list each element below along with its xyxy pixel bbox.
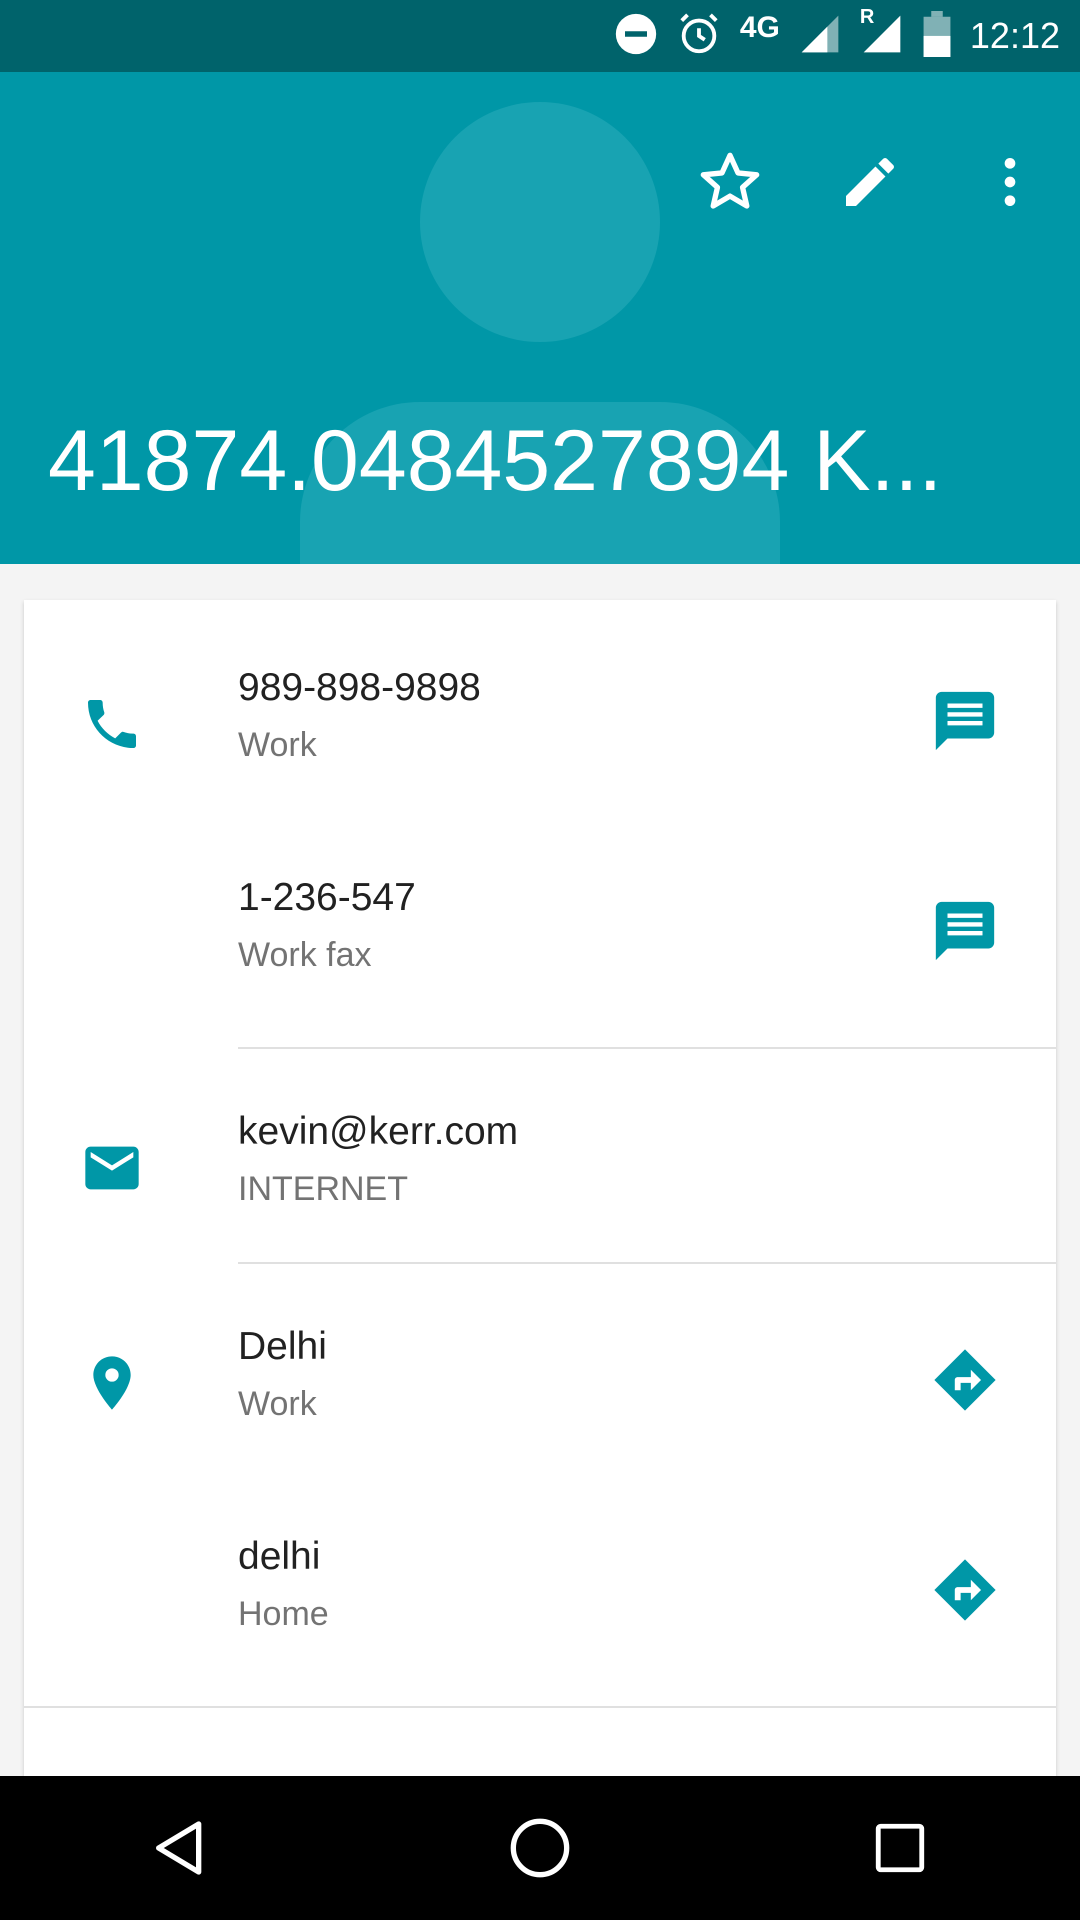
message-icon: [935, 901, 995, 961]
home-icon: [510, 1818, 570, 1878]
status-time: 12:12: [969, 15, 1060, 56]
alarm-icon: [676, 11, 722, 62]
roaming-signal-icon: R: [860, 6, 904, 61]
contact-name: 41874.0484527894 K...: [48, 413, 943, 509]
recents-icon: [875, 1823, 925, 1873]
address-row-work[interactable]: Delhi Work: [24, 1305, 1056, 1455]
address-type: Home: [238, 1595, 329, 1633]
more-options-button[interactable]: [940, 132, 1080, 232]
address-type: Work: [238, 1385, 317, 1423]
phone-row-work[interactable]: 989-898-9898 Work: [24, 646, 1056, 796]
directions-button[interactable]: [930, 1555, 1000, 1625]
star-icon: [700, 152, 760, 209]
phone-number: 989-898-9898: [238, 666, 481, 709]
edit-icon: [846, 157, 894, 206]
header-actions: [660, 132, 1080, 232]
phone-type: Work: [238, 726, 317, 764]
email-address: kevin@kerr.com: [238, 1110, 519, 1153]
phone-icon: [80, 692, 144, 756]
address-text: delhi: [238, 1535, 321, 1578]
contact-header: 41874.0484527894 K...: [0, 72, 1080, 564]
status-bar: 4G R 12:12: [0, 0, 1080, 72]
phone-number: 1-236-547: [238, 876, 416, 919]
address-text: Delhi: [238, 1325, 327, 1368]
directions-button[interactable]: [930, 1345, 1000, 1415]
battery-icon: [922, 10, 952, 62]
navigation-bar: [0, 1776, 1080, 1920]
section-divider: [238, 1047, 1056, 1049]
home-button[interactable]: [480, 1788, 600, 1908]
phone-type: Work fax: [238, 936, 372, 974]
network-type: 4G: [739, 11, 780, 44]
more-vert-icon: [1004, 158, 1016, 206]
section-divider: [238, 1262, 1056, 1264]
back-icon: [156, 1821, 202, 1875]
edit-button[interactable]: [800, 132, 940, 232]
signal-icon: [798, 12, 842, 61]
directions-icon: [934, 1559, 996, 1621]
section-divider: [24, 1706, 1056, 1708]
favorite-button[interactable]: [660, 132, 800, 232]
do-not-disturb-icon: [614, 12, 658, 61]
phone-row-work-fax[interactable]: 1-236-547 Work fax: [24, 856, 1056, 1006]
directions-icon: [934, 1349, 996, 1411]
roaming-label: R: [859, 5, 875, 28]
message-icon: [935, 691, 995, 751]
email-type: INTERNET: [238, 1170, 408, 1208]
back-button[interactable]: [120, 1788, 240, 1908]
message-button[interactable]: [930, 686, 1000, 756]
email-icon: [80, 1136, 144, 1200]
avatar-placeholder-head: [420, 102, 660, 342]
email-row[interactable]: kevin@kerr.com INTERNET: [24, 1090, 1056, 1240]
message-button[interactable]: [930, 896, 1000, 966]
contact-details-card: 989-898-9898 Work 1-236-547 Work fax kev…: [24, 600, 1056, 1776]
recents-button[interactable]: [840, 1788, 960, 1908]
address-row-home[interactable]: delhi Home: [24, 1515, 1056, 1665]
location-icon: [80, 1351, 144, 1415]
